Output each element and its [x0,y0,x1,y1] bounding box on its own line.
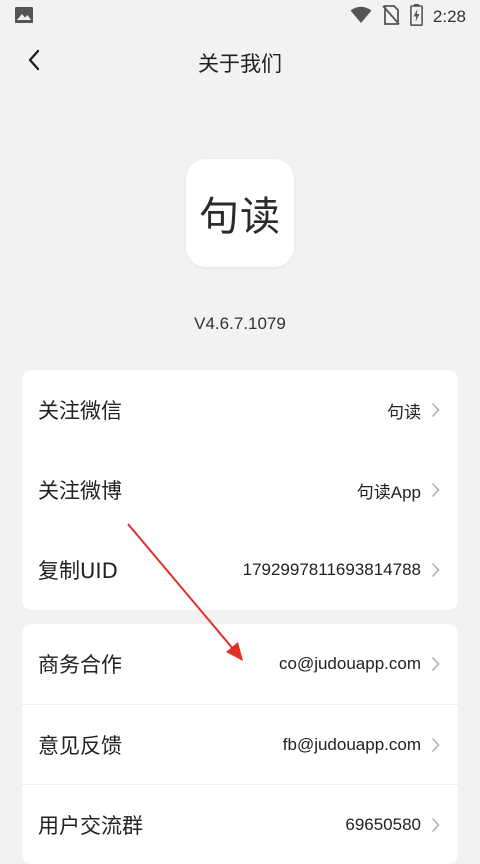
image-icon [14,6,34,28]
user-group-row[interactable]: 用户交流群 69650580 [22,784,458,864]
row-label: 意见反馈 [38,733,122,758]
status-time: 2:28 [432,7,466,26]
row-value: 句读 [387,402,421,422]
row-label: 关注微信 [38,399,122,423]
row-label: 复制UID [38,559,118,583]
row-value: 句读App [356,482,421,502]
status-bar: 2:28 [0,0,480,34]
row-value: 69650580 [345,814,421,834]
follow-weibo-row[interactable]: 关注微博 句读App [22,450,458,530]
feedback-row[interactable]: 意见反馈 fb@judouapp.com [22,704,458,784]
chevron-right-icon [431,562,440,578]
contact-card: 商务合作 co@judouapp.com 意见反馈 fb@judouapp.co… [22,624,458,864]
battery-charging-icon [410,4,423,30]
copy-uid-row[interactable]: 复制UID 1792997811693814788 [22,530,458,610]
app-logo: 句读 [186,159,294,267]
no-sim-icon [382,5,400,29]
chevron-right-icon [431,817,440,833]
logo-text: 句读 [199,194,281,240]
row-label: 用户交流群 [38,813,143,838]
row-value: 1792997811693814788 [242,560,421,579]
business-cooperation-row[interactable]: 商务合作 co@judouapp.com [22,624,458,704]
chevron-right-icon [431,737,440,753]
chevron-right-icon [431,482,440,498]
header: 关于我们 [0,34,480,90]
chevron-right-icon [431,656,440,672]
wifi-icon [350,6,372,28]
row-label: 关注微博 [38,479,122,503]
row-label: 商务合作 [38,653,122,677]
follow-wechat-row[interactable]: 关注微信 句读 [22,370,458,450]
chevron-right-icon [431,402,440,418]
row-value: fb@judouapp.com [282,734,421,754]
version-label: V4.6.7.1079 [194,314,286,333]
page-title: 关于我们 [198,52,282,76]
row-value: co@judouapp.com [278,654,421,673]
social-card: 关注微信 句读 关注微博 句读App 复制UID 179299781169381… [22,370,458,610]
